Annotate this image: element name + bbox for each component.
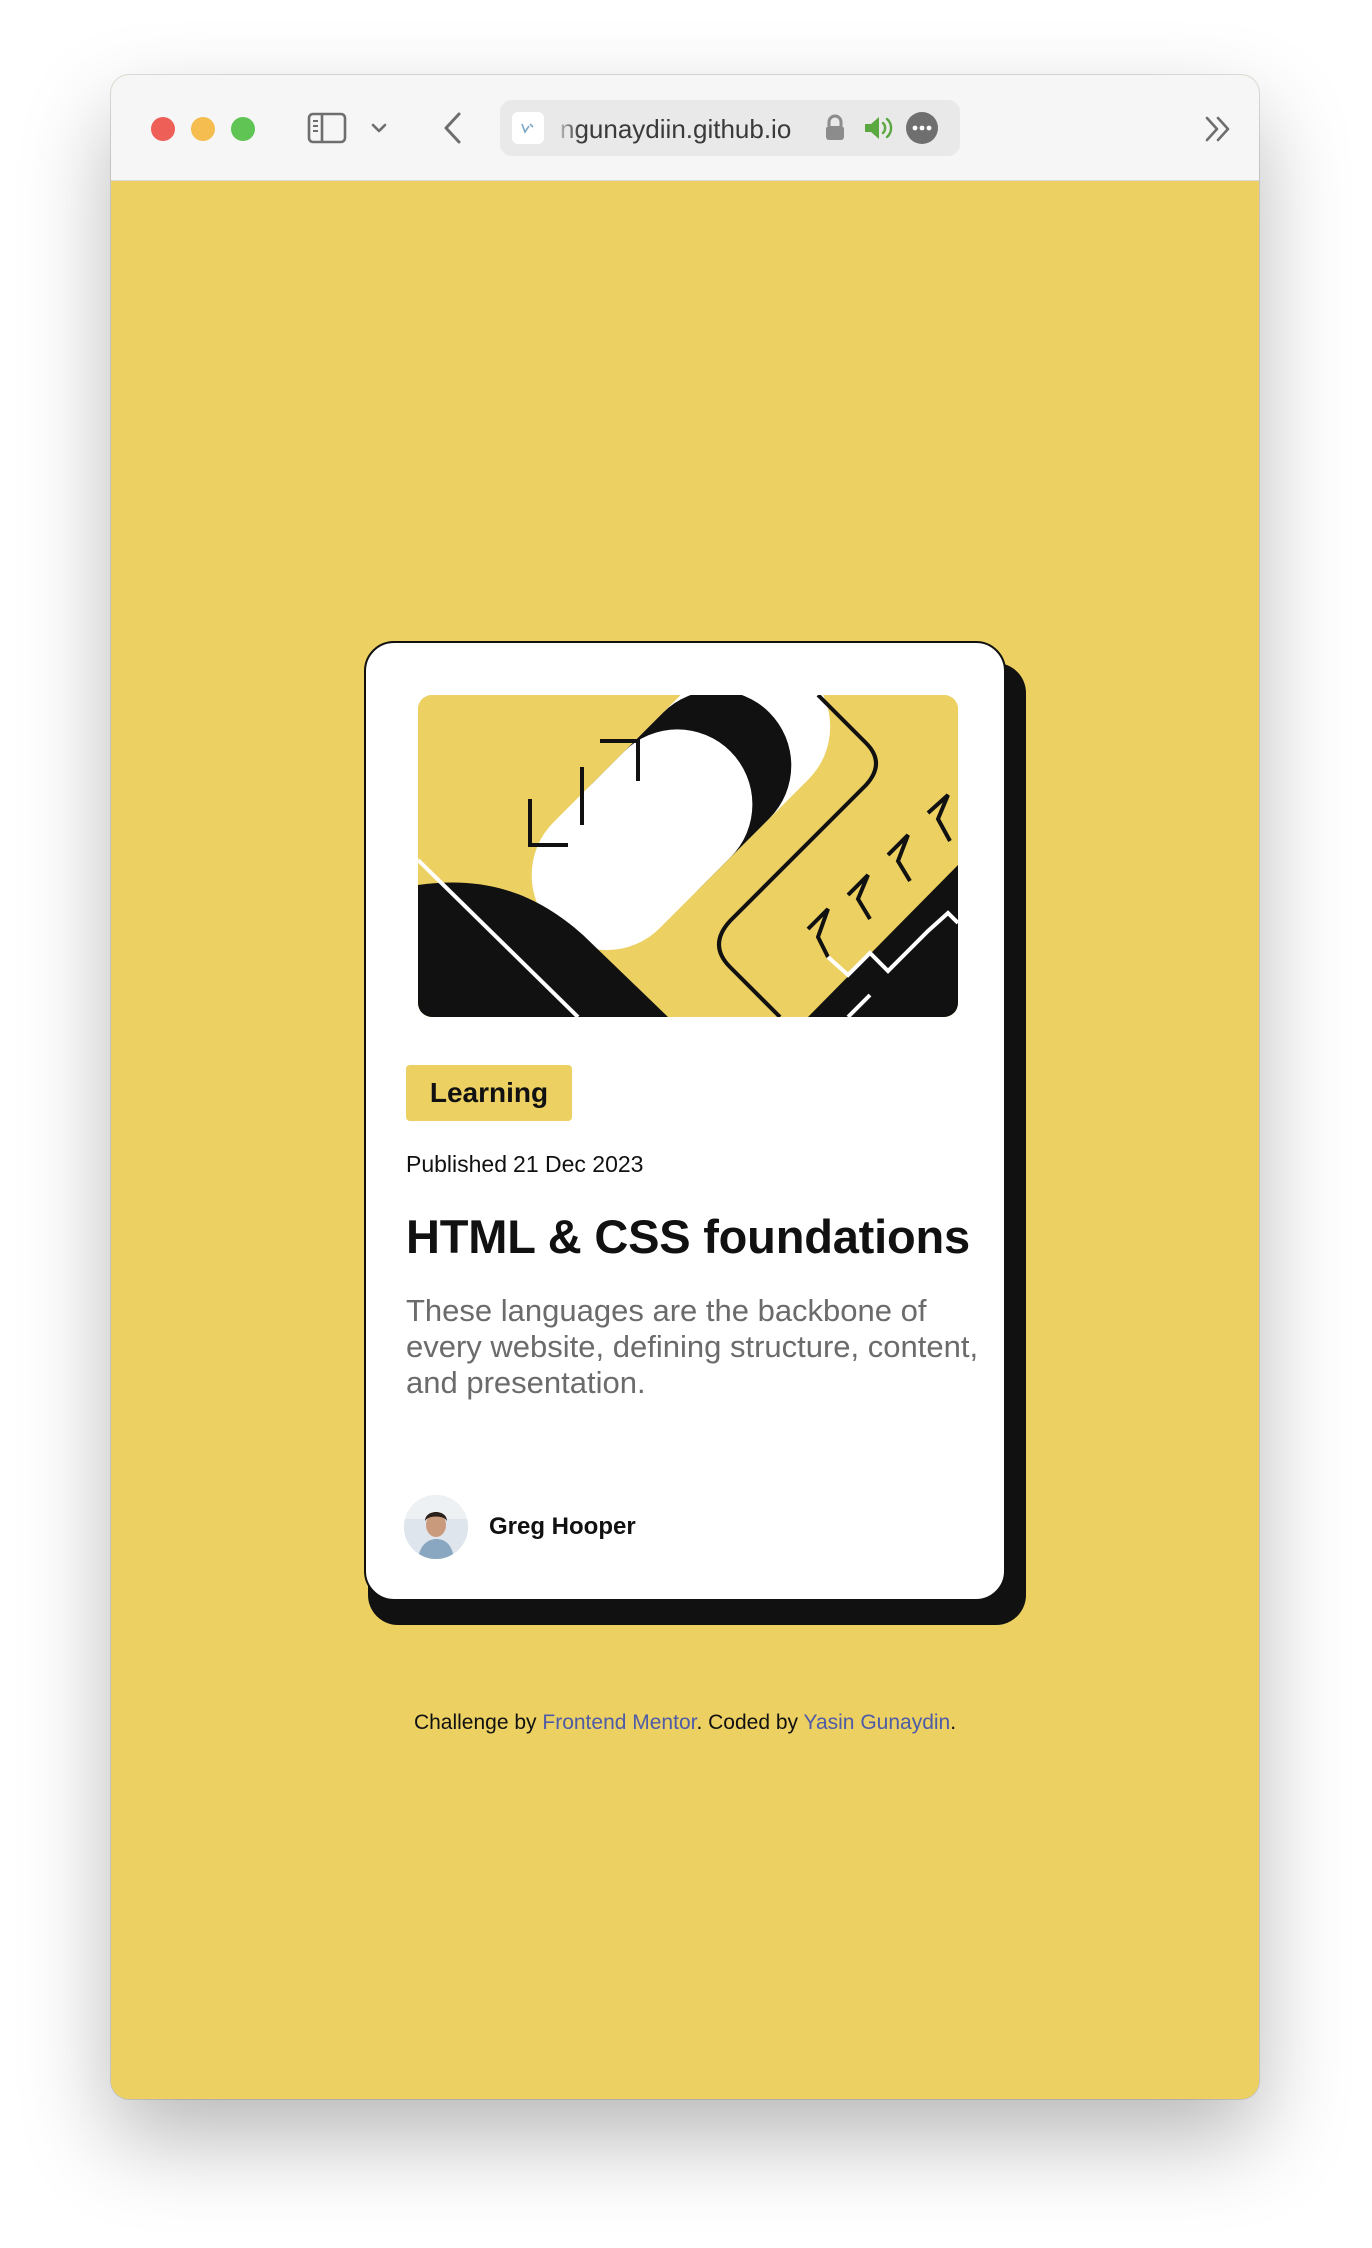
close-window-button[interactable] <box>151 117 175 141</box>
card-title[interactable]: HTML & CSS foundations <box>406 1209 970 1264</box>
attribution-prefix: Challenge by <box>413 1711 537 1734</box>
more-icon[interactable] <box>906 112 938 144</box>
attribution-middle: . Coded by <box>696 1711 799 1734</box>
published-date-value: 21 Dec 2023 <box>513 1151 644 1177</box>
chevron-down-icon[interactable] <box>370 119 388 137</box>
minimize-window-button[interactable] <box>191 117 215 141</box>
browser-window: ngunaydiin.github.io Learning Published … <box>111 75 1259 2099</box>
zoom-window-button[interactable] <box>231 117 255 141</box>
published-label: Published <box>406 1151 508 1177</box>
site-favicon <box>512 112 544 144</box>
browser-toolbar: ngunaydiin.github.io <box>111 75 1259 181</box>
page-content: Learning Published 21 Dec 2023 HTML & CSS… <box>111 181 1259 2099</box>
published-date: Published 21 Dec 2023 <box>406 1151 649 1178</box>
url-text: ngunaydiin.github.io <box>560 114 792 144</box>
avatar <box>404 1495 468 1559</box>
card-illustration <box>418 695 958 1017</box>
attribution-suffix: . <box>950 1711 957 1734</box>
speaker-icon[interactable] <box>862 114 896 142</box>
blog-preview-card: Learning Published 21 Dec 2023 HTML & CSS… <box>364 641 1006 1601</box>
card-description: These languages are the backbone of ever… <box>406 1293 979 1400</box>
lock-icon <box>826 114 844 140</box>
back-icon[interactable] <box>441 111 465 145</box>
coder-link[interactable]: Yasin Gunaydin <box>804 1711 951 1734</box>
author-name: Greg Hooper <box>489 1513 636 1540</box>
frontend-mentor-link[interactable]: Frontend Mentor <box>542 1711 696 1734</box>
attribution: Challenge by Frontend Mentor. Coded by Y… <box>111 1711 1259 1735</box>
sidebar-icon[interactable] <box>307 112 347 144</box>
category-tag[interactable]: Learning <box>406 1065 572 1121</box>
forward-more-icon[interactable] <box>1203 115 1233 143</box>
address-bar[interactable]: ngunaydiin.github.io <box>500 100 960 156</box>
